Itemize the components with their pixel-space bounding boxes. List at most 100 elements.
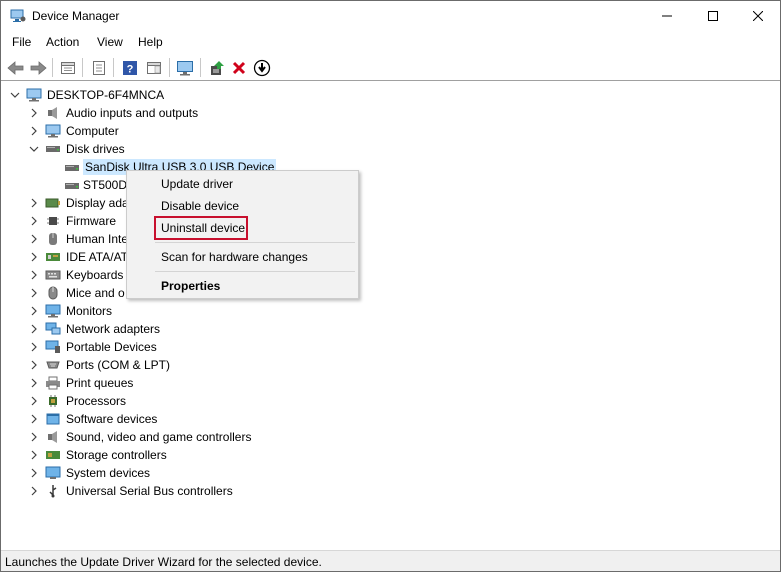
chevron-right-icon[interactable] <box>29 216 39 226</box>
category-label: Universal Serial Bus controllers <box>66 484 233 498</box>
chevron-right-icon[interactable] <box>29 486 39 496</box>
status-bar: Launches the Update Driver Wizard for th… <box>1 550 780 571</box>
tree-category[interactable]: Disk drives <box>1 140 401 158</box>
tree-category[interactable]: Sound, video and game controllers <box>1 428 401 446</box>
properties-sheet-icon[interactable] <box>58 58 78 78</box>
category-label: Print queues <box>66 376 134 390</box>
device-list-icon[interactable] <box>89 58 109 78</box>
chevron-right-icon[interactable] <box>29 450 39 460</box>
chevron-right-icon[interactable] <box>29 396 39 406</box>
tree-category[interactable]: Storage controllers <box>1 446 401 464</box>
ide-controller-icon <box>45 249 61 265</box>
back-arrow-icon[interactable] <box>6 58 26 78</box>
category-label: Monitors <box>66 304 113 318</box>
storage-controller-icon <box>45 447 61 463</box>
tree-category[interactable]: Universal Serial Bus controllers <box>1 482 401 500</box>
toolbar-separator <box>52 58 53 77</box>
sound-icon <box>45 429 61 445</box>
update-driver-icon[interactable] <box>207 58 227 78</box>
chevron-right-icon[interactable] <box>29 468 39 478</box>
display-adapter-icon <box>45 195 61 211</box>
category-label: System devices <box>66 466 151 480</box>
chevron-right-icon[interactable] <box>29 198 39 208</box>
monitor-icon <box>45 303 61 319</box>
disk-drive-icon <box>45 141 61 157</box>
chevron-right-icon[interactable] <box>29 342 39 352</box>
chevron-down-icon[interactable] <box>29 144 39 154</box>
help-icon[interactable]: ? <box>120 58 140 78</box>
firmware-chip-icon <box>45 213 61 229</box>
chevron-right-icon[interactable] <box>29 234 39 244</box>
menu-disable-device[interactable]: Disable device <box>161 199 239 213</box>
tree-category[interactable]: Portable Devices <box>1 338 401 356</box>
disk-drive-icon <box>64 178 80 194</box>
maximize-button[interactable] <box>690 1 736 31</box>
title-bar: Device Manager <box>1 1 780 31</box>
category-label: Portable Devices <box>66 340 157 354</box>
toolbar-separator <box>169 58 170 77</box>
menu-properties[interactable]: Properties <box>161 279 220 293</box>
chevron-right-icon[interactable] <box>29 270 39 280</box>
menu-file[interactable]: File <box>12 35 31 49</box>
forward-arrow-icon[interactable] <box>28 58 48 78</box>
keyboard-icon <box>45 267 61 283</box>
computer-root-icon <box>26 87 42 103</box>
processor-icon <box>45 393 61 409</box>
category-label: Ports (COM & LPT) <box>66 358 171 372</box>
close-button[interactable] <box>735 1 781 31</box>
uninstall-x-icon[interactable] <box>229 58 249 78</box>
tree-category[interactable]: Monitors <box>1 302 401 320</box>
monitor-scan-icon[interactable] <box>175 58 195 78</box>
chevron-right-icon[interactable] <box>29 126 39 136</box>
action-pane-icon[interactable] <box>144 58 164 78</box>
tree-category[interactable]: Computer <box>1 122 401 140</box>
tree-category[interactable]: Print queues <box>1 374 401 392</box>
chevron-right-icon[interactable] <box>29 288 39 298</box>
category-label: Computer <box>66 124 119 138</box>
menu-separator <box>155 271 355 272</box>
tree-root[interactable]: DESKTOP-6F4MNCA <box>1 86 301 104</box>
status-text: Launches the Update Driver Wizard for th… <box>5 555 322 569</box>
category-label: Storage controllers <box>66 448 167 462</box>
context-menu: Update driver Disable device Uninstall d… <box>126 170 359 299</box>
menu-update-driver[interactable]: Update driver <box>161 177 233 191</box>
chevron-right-icon[interactable] <box>29 432 39 442</box>
tree-category[interactable]: Software devices <box>1 410 401 428</box>
tree-category[interactable]: Audio inputs and outputs <box>1 104 401 122</box>
menu-separator <box>155 242 355 243</box>
category-label: Display ada <box>66 196 129 210</box>
category-label: IDE ATA/AT <box>66 250 129 264</box>
category-label: Network adapters <box>66 322 161 336</box>
menu-scan-hardware[interactable]: Scan for hardware changes <box>161 250 308 264</box>
chevron-down-icon[interactable] <box>10 90 20 100</box>
toolbar-separator <box>82 58 83 77</box>
category-label: Audio inputs and outputs <box>66 106 199 120</box>
category-label: Firmware <box>66 214 116 228</box>
toolbar-separator <box>200 58 201 77</box>
root-label: DESKTOP-6F4MNCA <box>47 88 165 102</box>
device-manager-app-icon <box>10 9 26 23</box>
mouse-icon <box>45 285 61 301</box>
chevron-right-icon[interactable] <box>29 414 39 424</box>
chevron-right-icon[interactable] <box>29 108 39 118</box>
usb-controller-icon <box>45 483 61 499</box>
chevron-right-icon[interactable] <box>29 306 39 316</box>
tree-category[interactable]: Ports (COM & LPT) <box>1 356 401 374</box>
tree-category[interactable]: System devices <box>1 464 401 482</box>
menu-help[interactable]: Help <box>138 35 163 49</box>
device-manager-window: Device Manager File Action View Help ? D… <box>0 0 781 572</box>
window-title: Device Manager <box>32 9 120 23</box>
tree-category[interactable]: Processors <box>1 392 401 410</box>
menu-action[interactable]: Action <box>46 35 79 49</box>
chevron-right-icon[interactable] <box>29 378 39 388</box>
toolbar: ? <box>1 54 780 81</box>
minimize-button[interactable] <box>644 1 690 31</box>
toolbar-separator <box>113 58 114 77</box>
download-circle-icon[interactable] <box>252 58 272 78</box>
chevron-right-icon[interactable] <box>29 360 39 370</box>
menu-view[interactable]: View <box>97 35 123 49</box>
chevron-right-icon[interactable] <box>29 252 39 262</box>
audio-speaker-icon <box>45 105 61 121</box>
chevron-right-icon[interactable] <box>29 324 39 334</box>
tree-category[interactable]: Network adapters <box>1 320 401 338</box>
